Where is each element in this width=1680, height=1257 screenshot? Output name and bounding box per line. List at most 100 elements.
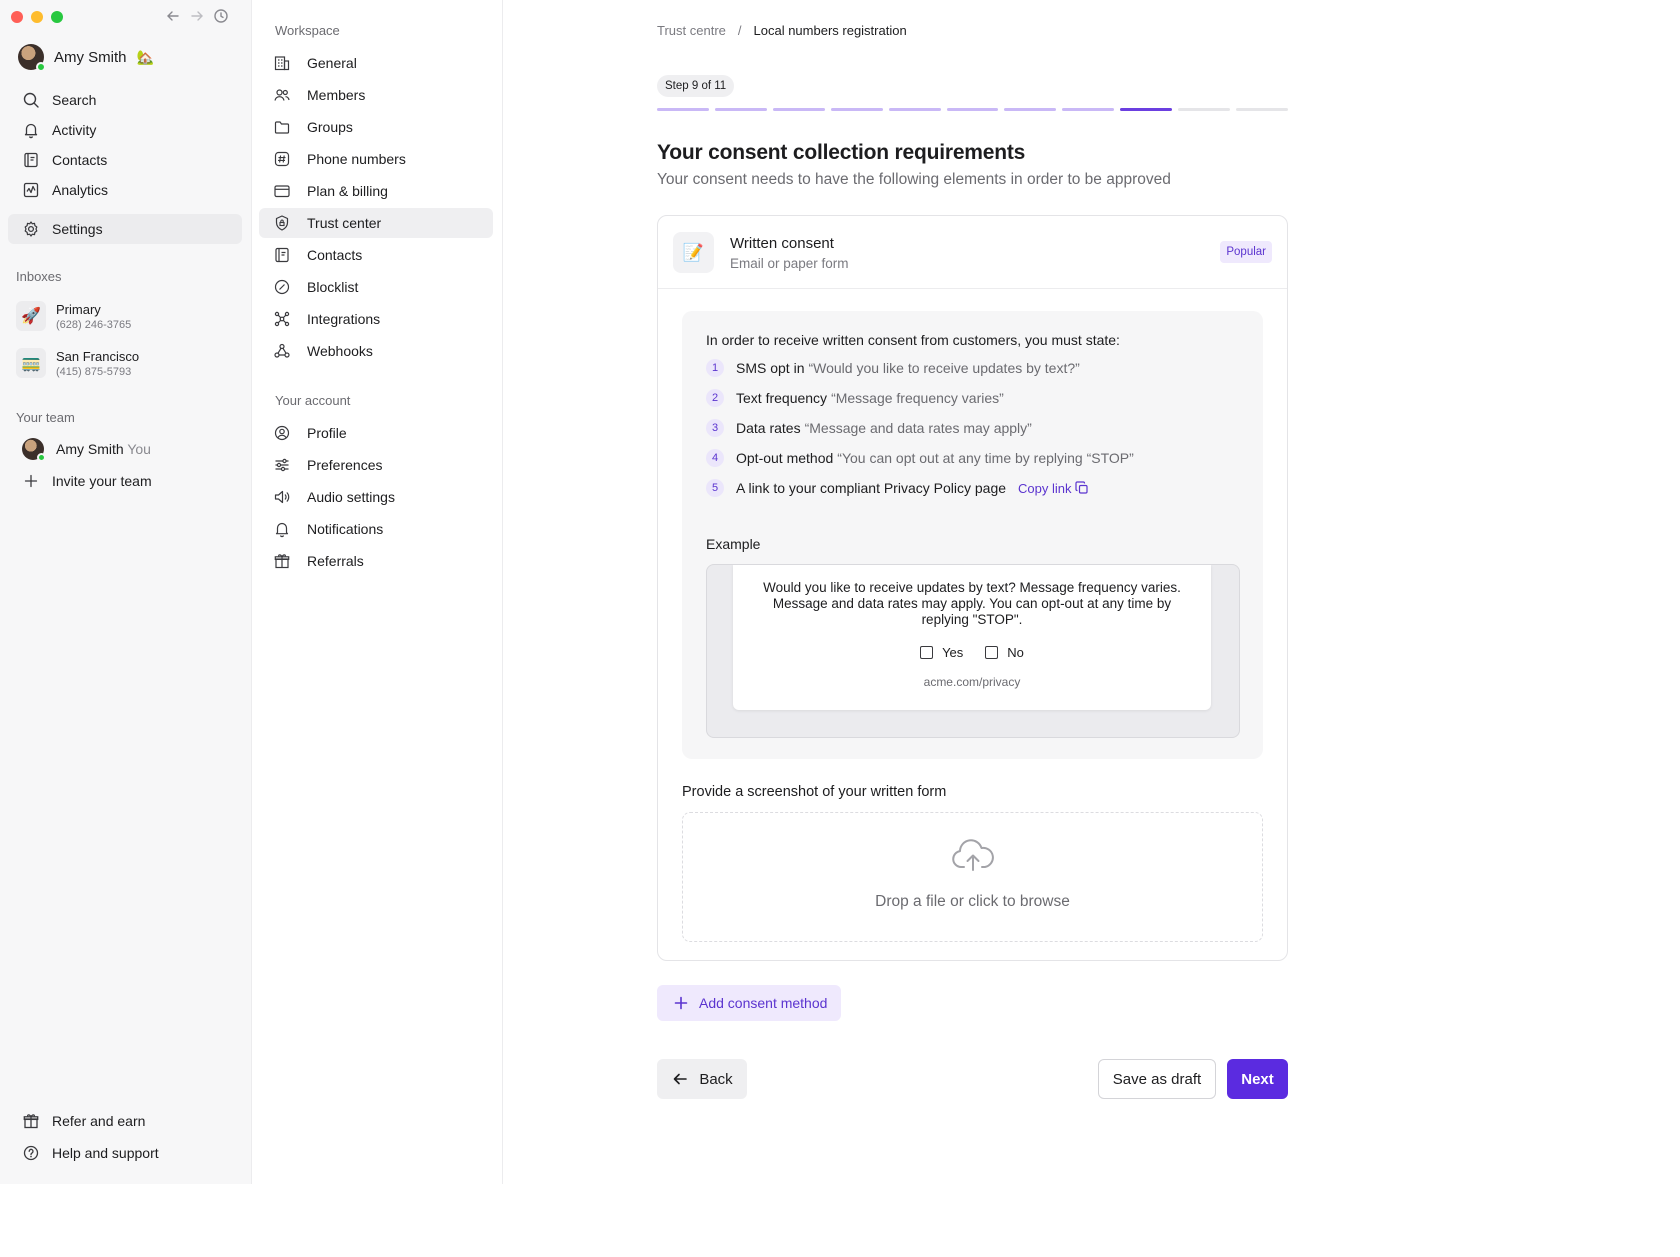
sidebar-item-activity[interactable]: Activity: [8, 115, 242, 145]
building-icon: [274, 56, 290, 71]
example-form-paper: Would you like to receive updates by tex…: [733, 565, 1211, 710]
invite-team-button[interactable]: Invite your team: [8, 466, 242, 496]
requirement-item: 1 SMS opt in “Would you like to receive …: [706, 359, 1080, 377]
forward-arrow-icon[interactable]: [189, 8, 205, 24]
you-tag: You: [127, 441, 151, 457]
avatar: [18, 44, 46, 72]
contacts-icon: [24, 152, 38, 168]
settings-item-phone-numbers[interactable]: Phone numbers: [259, 144, 493, 174]
help-and-support-link[interactable]: Help and support: [8, 1138, 242, 1168]
progress-segment: [888, 108, 941, 111]
sidebar-item-search[interactable]: Search: [8, 85, 242, 115]
settings-item-label: Preferences: [307, 457, 383, 473]
bell-icon: [24, 123, 38, 139]
add-consent-method-button[interactable]: Add consent method: [657, 985, 842, 1021]
settings-item-members[interactable]: Members: [259, 80, 493, 110]
progress-segment: [946, 108, 999, 111]
requirement-value: “Message and data rates may apply”: [804, 420, 1032, 436]
breadcrumb-parent-link[interactable]: Trust centre: [657, 23, 726, 38]
sidebar-item-settings[interactable]: Settings: [8, 214, 242, 244]
rocket-icon: 🚀: [16, 301, 46, 331]
copy-link-button[interactable]: Copy link: [1018, 481, 1089, 496]
settings-item-webhooks[interactable]: Webhooks: [259, 336, 493, 366]
settings-item-groups[interactable]: Groups: [259, 112, 493, 142]
sidebar-item-label: Settings: [52, 221, 103, 237]
requirement-number: 2: [706, 389, 724, 407]
inbox-name: Primary: [56, 301, 101, 317]
settings-item-general[interactable]: General: [259, 48, 493, 78]
popular-badge: Popular: [1220, 241, 1272, 263]
inbox-primary[interactable]: 🚀 Primary (628) 246-3765: [16, 301, 131, 331]
settings-item-integrations[interactable]: Integrations: [259, 304, 493, 334]
sidebar-item-label: Analytics: [52, 182, 109, 198]
next-button[interactable]: Next: [1227, 1059, 1288, 1099]
settings-item-label: Notifications: [307, 521, 384, 537]
integrations-icon: [274, 311, 290, 327]
settings-item-blocklist[interactable]: Blocklist: [259, 272, 493, 302]
settings-item-notifications[interactable]: Notifications: [259, 514, 493, 544]
inboxes-heading: Inboxes: [16, 269, 62, 284]
back-arrow-icon[interactable]: [165, 8, 181, 24]
help-icon: [23, 1145, 39, 1161]
refer-and-earn-link[interactable]: Refer and earn: [8, 1106, 242, 1136]
consent-card-header[interactable]: 📝 Written consent Email or paper form Po…: [658, 216, 1287, 289]
online-status-dot: [36, 62, 46, 72]
consent-method-card: 📝 Written consent Email or paper form Po…: [657, 215, 1288, 961]
settings-item-audio-settings[interactable]: Audio settings: [259, 482, 493, 512]
requirement-value: “Message frequency varies”: [831, 390, 1004, 406]
requirement-number: 5: [706, 479, 724, 497]
close-window-button[interactable]: [11, 11, 23, 23]
progress-segment: [1178, 108, 1231, 111]
settings-item-preferences[interactable]: Preferences: [259, 450, 493, 480]
arrow-left-icon: [674, 1073, 688, 1085]
requirement-item: 2 Text frequency “Message frequency vari…: [706, 389, 1004, 407]
settings-item-trust-center[interactable]: Trust center: [259, 208, 493, 238]
maximize-window-button[interactable]: [51, 11, 63, 23]
progress-segment: [772, 108, 825, 111]
consent-method-subtitle: Email or paper form: [730, 256, 849, 271]
team-member-amy-smith[interactable]: Amy Smith You: [8, 434, 242, 464]
team-heading: Your team: [16, 410, 75, 425]
current-user[interactable]: Amy Smith 🏡: [18, 44, 154, 72]
search-icon: [23, 92, 39, 108]
folder-icon: [274, 121, 290, 134]
consent-method-title: Written consent: [730, 235, 834, 252]
sliders-icon: [275, 458, 289, 472]
inbox-number: (415) 875-5793: [56, 365, 132, 378]
back-button[interactable]: Back: [657, 1059, 747, 1099]
settings-item-referrals[interactable]: Referrals: [259, 546, 493, 576]
requirement-key: A link to your compliant Privacy Policy …: [736, 480, 1007, 496]
settings-item-contacts[interactable]: Contacts: [259, 240, 493, 270]
contacts-icon: [275, 247, 289, 263]
file-dropzone[interactable]: Drop a file or click to browse: [682, 812, 1263, 942]
tram-icon: 🚃: [16, 348, 46, 378]
settings-item-label: Referrals: [307, 553, 364, 569]
sidebar-item-contacts[interactable]: Contacts: [8, 145, 242, 175]
progress-segment: [714, 108, 767, 111]
block-icon: [274, 279, 290, 295]
online-status-dot: [37, 453, 46, 462]
inbox-san-francisco[interactable]: 🚃 San Francisco (415) 875-5793: [16, 348, 139, 378]
settings-item-label: Trust center: [307, 215, 382, 231]
settings-item-plan-billing[interactable]: Plan & billing: [259, 176, 493, 206]
progress-segment: [1004, 108, 1057, 111]
settings-item-label: Members: [307, 87, 366, 103]
history-clock-icon[interactable]: [213, 8, 229, 24]
progress-segment: [1062, 108, 1115, 111]
settings-item-profile[interactable]: Profile: [259, 418, 493, 448]
page-subtitle: Your consent needs to have the following…: [657, 171, 1171, 188]
plus-icon: [24, 474, 38, 488]
sidebar-item-analytics[interactable]: Analytics: [8, 175, 242, 205]
copy-link-label: Copy link: [1018, 480, 1072, 496]
gift-icon: [23, 1114, 39, 1129]
minimize-window-button[interactable]: [31, 11, 43, 23]
analytics-icon: [23, 182, 39, 198]
history-controls: [165, 8, 229, 24]
example-heading: Example: [706, 536, 761, 552]
sidebar-item-label: Contacts: [52, 152, 108, 168]
page-title: Your consent collection requirements: [657, 141, 1026, 164]
step-indicator: Step 9 of 11: [657, 75, 735, 97]
requirement-number: 1: [706, 359, 724, 377]
progress-segment: [830, 108, 883, 111]
save-as-draft-button[interactable]: Save as draft: [1098, 1059, 1216, 1099]
